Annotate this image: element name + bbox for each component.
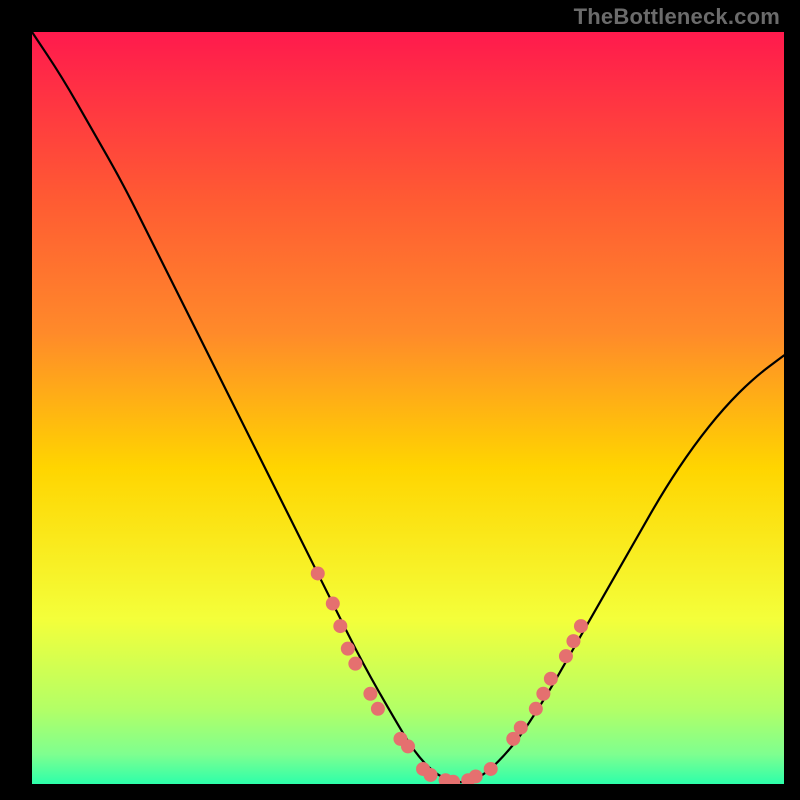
highlight-dot: [529, 702, 543, 716]
highlight-dot: [363, 687, 377, 701]
highlight-dot: [544, 672, 558, 686]
highlight-dot: [341, 642, 355, 656]
chart-frame: TheBottleneck.com: [0, 0, 800, 800]
highlight-dot: [536, 687, 550, 701]
highlight-dot: [574, 619, 588, 633]
gradient-background: [32, 32, 784, 784]
highlight-dot: [311, 566, 325, 580]
highlight-dot: [469, 769, 483, 783]
chart-svg: [32, 32, 784, 784]
highlight-dot: [424, 768, 438, 782]
highlight-dot: [348, 657, 362, 671]
highlight-dot: [326, 597, 340, 611]
highlight-dot: [514, 721, 528, 735]
highlight-dot: [566, 634, 580, 648]
plot-area: [32, 32, 784, 784]
watermark-text: TheBottleneck.com: [574, 4, 780, 30]
highlight-dot: [333, 619, 347, 633]
highlight-dot: [371, 702, 385, 716]
highlight-dot: [401, 739, 415, 753]
highlight-dot: [559, 649, 573, 663]
highlight-dot: [484, 762, 498, 776]
